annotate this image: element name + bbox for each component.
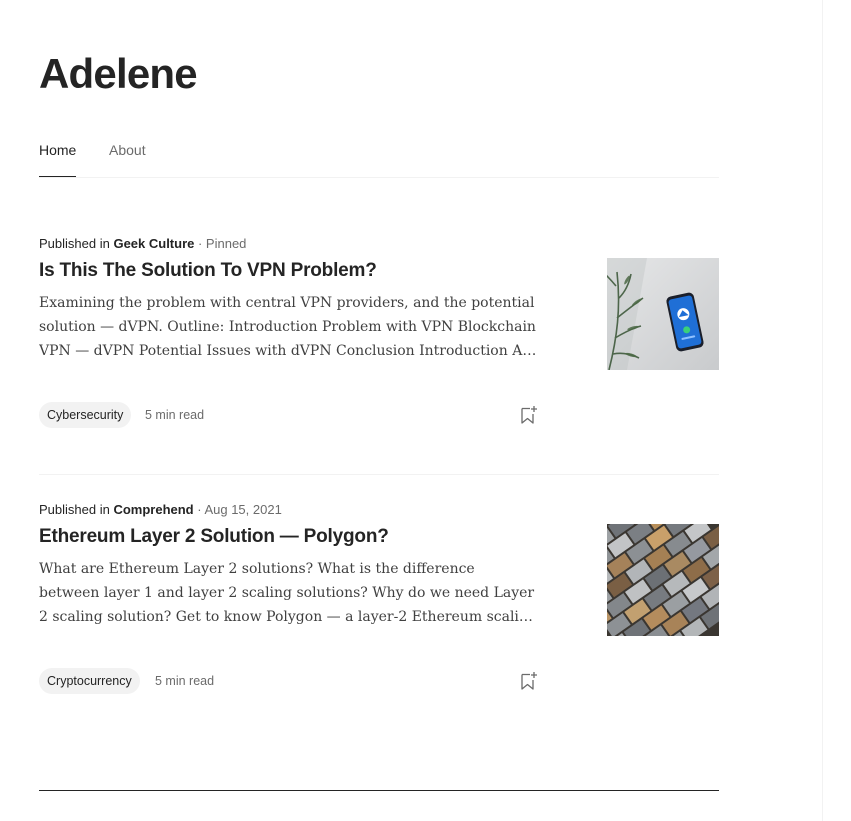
- footer-divider: [39, 790, 719, 791]
- bookmark-add-icon[interactable]: [517, 670, 539, 692]
- publication-link[interactable]: Geek Culture: [113, 236, 194, 251]
- article-title[interactable]: Ethereum Layer 2 Solution — Polygon?: [39, 526, 559, 548]
- article-meta: · Pinned: [194, 236, 247, 251]
- active-tab-indicator: [39, 176, 76, 177]
- article-thumbnail[interactable]: [607, 524, 719, 636]
- tab-home[interactable]: Home: [39, 142, 76, 158]
- tab-about[interactable]: About: [109, 142, 146, 158]
- article-excerpt[interactable]: What are Ethereum Layer 2 solutions? Wha…: [39, 557, 539, 629]
- article-title[interactable]: Is This The Solution To VPN Problem?: [39, 260, 559, 282]
- published-in-label: Published in: [39, 236, 110, 251]
- read-time: 5 min read: [155, 674, 215, 688]
- author-name: Adelene: [39, 50, 198, 97]
- article-excerpt[interactable]: Examining the problem with central VPN p…: [39, 291, 539, 363]
- page-edge-divider: [822, 0, 823, 821]
- profile-tabs: Home About: [39, 142, 719, 178]
- article-thumbnail[interactable]: [607, 258, 719, 370]
- article-meta: · Aug 15, 2021: [193, 502, 282, 517]
- stone-tiles-image: [607, 524, 719, 636]
- topic-tag[interactable]: Cybersecurity: [39, 402, 132, 428]
- topic-tag[interactable]: Cryptocurrency: [39, 668, 140, 694]
- article-divider: [39, 474, 719, 475]
- publication-line: Published in Geek Culture · Pinned: [39, 236, 246, 251]
- published-in-label: Published in: [39, 502, 110, 517]
- phone-vpn-image: [607, 258, 719, 370]
- publication-line: Published in Comprehend · Aug 15, 2021: [39, 502, 282, 517]
- bookmark-add-icon[interactable]: [517, 404, 539, 426]
- footer-cutoff-content: [39, 814, 399, 821]
- read-time: 5 min read: [145, 408, 205, 422]
- publication-link[interactable]: Comprehend: [113, 502, 193, 517]
